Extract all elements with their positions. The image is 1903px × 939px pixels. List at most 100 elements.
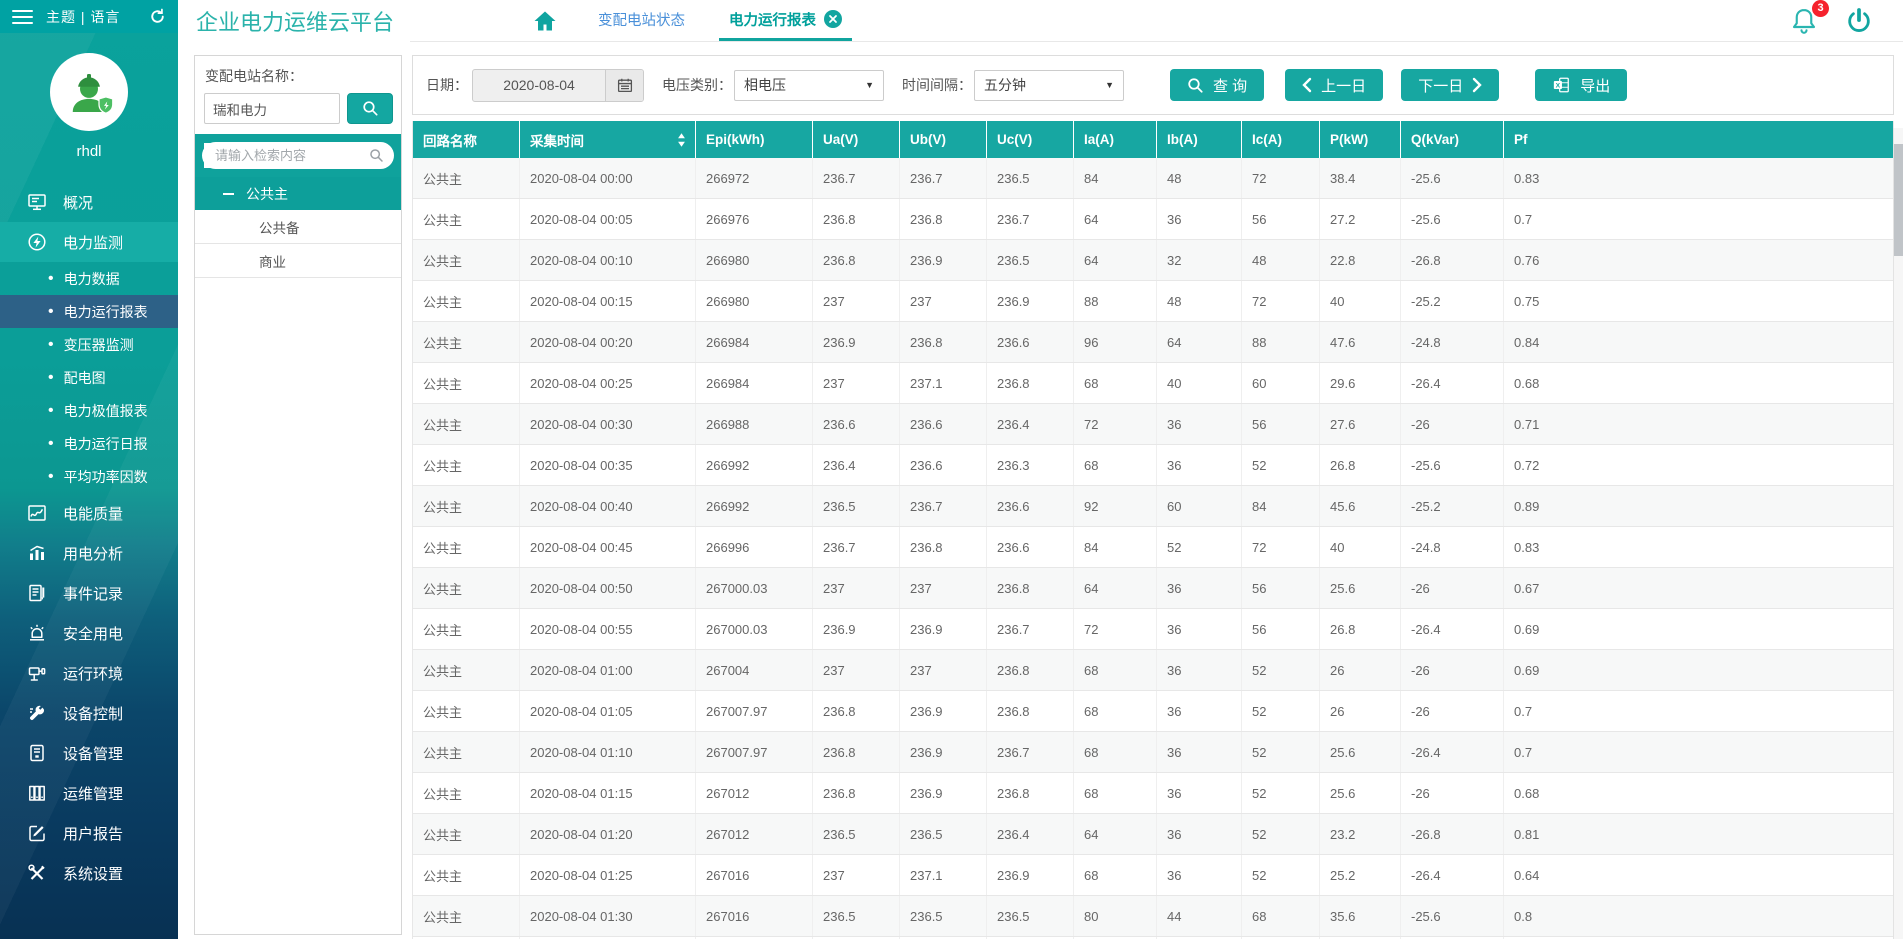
sidebar-item-power-extreme-report[interactable]: •电力极值报表 xyxy=(0,394,178,427)
sidebar-item-overview[interactable]: 概况 xyxy=(0,182,178,222)
table-row[interactable]: 公共主2020-08-04 00:10266980236.8236.9236.5… xyxy=(413,240,1894,281)
table-cell: -25.6 xyxy=(1401,896,1504,937)
sidebar-item-device-control[interactable]: 设备控制 xyxy=(0,693,178,733)
table-cell: 52 xyxy=(1242,814,1320,855)
refresh-icon[interactable] xyxy=(149,8,166,25)
table-cell: 56 xyxy=(1242,568,1320,609)
notification-bell-icon[interactable]: 3 xyxy=(1789,6,1819,36)
close-icon[interactable] xyxy=(824,10,842,28)
table-cell: 25.2 xyxy=(1320,855,1401,896)
voltage-type-select[interactable]: 相电压 ▼ xyxy=(734,70,884,101)
column-header[interactable]: 采集时间 xyxy=(520,121,696,158)
tree-node-root[interactable]: 公共主 xyxy=(195,177,401,210)
sidebar-item-power-data[interactable]: •电力数据 xyxy=(0,262,178,295)
table-cell: 236.6 xyxy=(813,404,900,445)
table-cell: -25.2 xyxy=(1401,486,1504,527)
logout-power-icon[interactable] xyxy=(1845,7,1873,35)
table-cell: 公共主 xyxy=(413,281,520,322)
sidebar-item-label: 运行环境 xyxy=(63,663,123,684)
column-header: Ic(A) xyxy=(1242,121,1320,158)
sidebar-item-distribution-diagram[interactable]: •配电图 xyxy=(0,361,178,394)
table-row[interactable]: 公共主2020-08-04 01:15267012236.8236.9236.8… xyxy=(413,773,1894,814)
table-cell: -25.6 xyxy=(1401,158,1504,199)
table-cell: 236.5 xyxy=(987,240,1074,281)
sidebar-item-event-log[interactable]: 事件记录 xyxy=(0,573,178,613)
prev-day-button[interactable]: 上一日 xyxy=(1285,69,1383,101)
table-row[interactable]: 公共主2020-08-04 00:35266992236.4236.6236.3… xyxy=(413,445,1894,486)
table-row[interactable]: 公共主2020-08-04 00:55267000.03236.9236.923… xyxy=(413,609,1894,650)
table-row[interactable]: 公共主2020-08-04 01:30267016236.5236.5236.5… xyxy=(413,896,1894,937)
tab-station-status[interactable]: 变配电站状态 xyxy=(594,0,689,41)
query-button[interactable]: 查 询 xyxy=(1170,69,1264,101)
table-cell: 2020-08-04 00:10 xyxy=(520,240,696,281)
table-row[interactable]: 公共主2020-08-04 00:25266984237237.1236.868… xyxy=(413,363,1894,404)
sidebar-item-device-management[interactable]: 设备管理 xyxy=(0,733,178,773)
collapse-icon[interactable] xyxy=(223,193,234,195)
time-interval-label: 时间间隔： xyxy=(902,75,972,95)
table-row[interactable]: 公共主2020-08-04 00:45266996236.7236.8236.6… xyxy=(413,527,1894,568)
table-row[interactable]: 公共主2020-08-04 00:40266992236.5236.7236.6… xyxy=(413,486,1894,527)
next-day-button[interactable]: 下一日 xyxy=(1401,69,1499,101)
table-row[interactable]: 公共主2020-08-04 01:10267007.97236.8236.923… xyxy=(413,732,1894,773)
svg-text:X: X xyxy=(1556,82,1561,89)
table-row[interactable]: 公共主2020-08-04 00:30266988236.6236.6236.4… xyxy=(413,404,1894,445)
sidebar-item-usage-analysis[interactable]: 用电分析 xyxy=(0,533,178,573)
hamburger-menu-icon[interactable] xyxy=(12,10,33,24)
tab-power-run-report[interactable]: 电力运行报表 xyxy=(719,0,852,41)
time-interval-select[interactable]: 五分钟 ▼ xyxy=(974,70,1124,101)
table-cell: 公共主 xyxy=(413,609,520,650)
calendar-icon[interactable] xyxy=(605,70,643,101)
table-row[interactable]: 公共主2020-08-04 00:20266984236.9236.8236.6… xyxy=(413,322,1894,363)
export-button[interactable]: X 导出 xyxy=(1535,69,1627,101)
table-row[interactable]: 公共主2020-08-04 01:20267012236.5236.5236.4… xyxy=(413,814,1894,855)
export-button-label: 导出 xyxy=(1580,75,1610,96)
document-icon xyxy=(26,583,47,604)
sidebar-item-power-quality[interactable]: 电能质量 xyxy=(0,493,178,533)
table-cell: 267004 xyxy=(696,650,813,691)
tree-node-child[interactable]: 商业 xyxy=(195,244,401,278)
home-icon[interactable] xyxy=(532,0,558,41)
table-cell: 266976 xyxy=(696,199,813,240)
table-row[interactable]: 公共主2020-08-04 01:25267016237237.1236.968… xyxy=(413,855,1894,896)
sidebar-item-transformer-monitoring[interactable]: •变压器监测 xyxy=(0,328,178,361)
device-card-icon xyxy=(26,743,47,764)
sidebar-item-user-report[interactable]: 用户报告 xyxy=(0,813,178,853)
page-title: 企业电力运维云平台 xyxy=(196,5,394,37)
sidebar-item-operating-env[interactable]: 运行环境 xyxy=(0,653,178,693)
table-cell: 236.9 xyxy=(900,609,987,650)
table-row[interactable]: 公共主2020-08-04 00:05266976236.8236.8236.7… xyxy=(413,199,1894,240)
sidebar-item-power-run-report[interactable]: •电力运行报表 xyxy=(0,295,178,328)
sidebar-item-system-settings[interactable]: 系统设置 xyxy=(0,853,178,893)
table-cell: 236.3 xyxy=(987,445,1074,486)
sidebar-item-safe-power[interactable]: 安全用电 xyxy=(0,613,178,653)
date-input[interactable]: 2020-08-04 xyxy=(473,70,605,101)
station-name-input[interactable] xyxy=(204,93,340,124)
table-row[interactable]: 公共主2020-08-04 00:50267000.03237237236.86… xyxy=(413,568,1894,609)
table-row[interactable]: 公共主2020-08-04 01:05267007.97236.8236.923… xyxy=(413,691,1894,732)
table-cell: 236.8 xyxy=(987,691,1074,732)
tree-node-child[interactable]: 公共备 xyxy=(195,210,401,244)
scrollbar-thumb[interactable] xyxy=(1894,144,1903,256)
sort-icon[interactable] xyxy=(677,132,686,147)
table-cell: -26 xyxy=(1401,568,1504,609)
sidebar-item-power-monitoring[interactable]: 电力监测 xyxy=(0,222,178,262)
sidebar-item-avg-power-factor[interactable]: •平均功率因数 xyxy=(0,460,178,493)
table-row[interactable]: 公共主2020-08-04 01:00267004237237236.86836… xyxy=(413,650,1894,691)
table-cell: 36 xyxy=(1157,445,1242,486)
table-scrollbar[interactable] xyxy=(1893,128,1903,939)
table-row[interactable]: 公共主2020-08-04 00:00266972236.7236.7236.5… xyxy=(413,158,1894,199)
table-cell: 36 xyxy=(1157,609,1242,650)
sidebar-item-ops-management[interactable]: 运维管理 xyxy=(0,773,178,813)
tree-search-input[interactable] xyxy=(204,143,369,168)
table-cell: 236.7 xyxy=(813,158,900,199)
table-cell: 公共主 xyxy=(413,732,520,773)
theme-language-label[interactable]: 主题 | 语言 xyxy=(46,7,120,27)
table-cell: -26 xyxy=(1401,691,1504,732)
sidebar-item-power-daily-report[interactable]: •电力运行日报 xyxy=(0,427,178,460)
table-cell: 0.72 xyxy=(1504,445,1894,486)
table-row[interactable]: 公共主2020-08-04 00:15266980237237236.98848… xyxy=(413,281,1894,322)
station-search-button[interactable] xyxy=(347,93,393,124)
table-cell: 36 xyxy=(1157,732,1242,773)
table-cell: 2020-08-04 00:50 xyxy=(520,568,696,609)
sidebar-item-label: 电能质量 xyxy=(63,503,123,524)
